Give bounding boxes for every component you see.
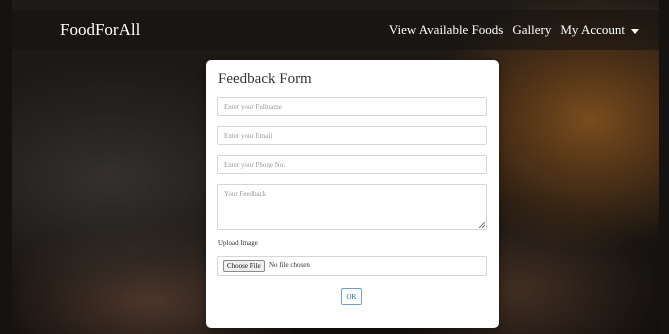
resize-grip-icon[interactable] xyxy=(479,222,485,228)
nav-view-available-foods[interactable]: View Available Foods xyxy=(389,22,504,38)
caret-down-icon xyxy=(631,28,639,34)
choose-file-button[interactable]: Choose File xyxy=(223,260,265,272)
file-upload-field[interactable]: Choose File No file chosen xyxy=(217,256,487,276)
brand-logo[interactable]: FoodForAll xyxy=(60,20,140,40)
nav-links: View Available Foods Gallery My Account xyxy=(389,22,639,38)
feedback-textarea[interactable] xyxy=(217,184,487,230)
nav-my-account-dropdown[interactable]: My Account xyxy=(560,22,639,38)
email-input[interactable] xyxy=(217,126,487,145)
ok-button[interactable]: OK xyxy=(341,288,362,305)
nav-gallery[interactable]: Gallery xyxy=(512,22,551,38)
file-status-text: No file chosen xyxy=(269,261,310,269)
form-title: Feedback Form xyxy=(218,71,312,87)
navbar: FoodForAll View Available Foods Gallery … xyxy=(12,10,659,50)
feedback-form-card: Feedback Form Upload Image Choose File N… xyxy=(206,60,499,328)
phone-input[interactable] xyxy=(217,155,487,174)
left-edge xyxy=(0,0,12,334)
page: FoodForAll View Available Foods Gallery … xyxy=(0,0,669,334)
upload-image-label: Upload Image xyxy=(218,239,258,247)
fullname-input[interactable] xyxy=(217,97,487,116)
nav-my-account-label: My Account xyxy=(560,22,625,37)
right-edge xyxy=(659,0,669,334)
